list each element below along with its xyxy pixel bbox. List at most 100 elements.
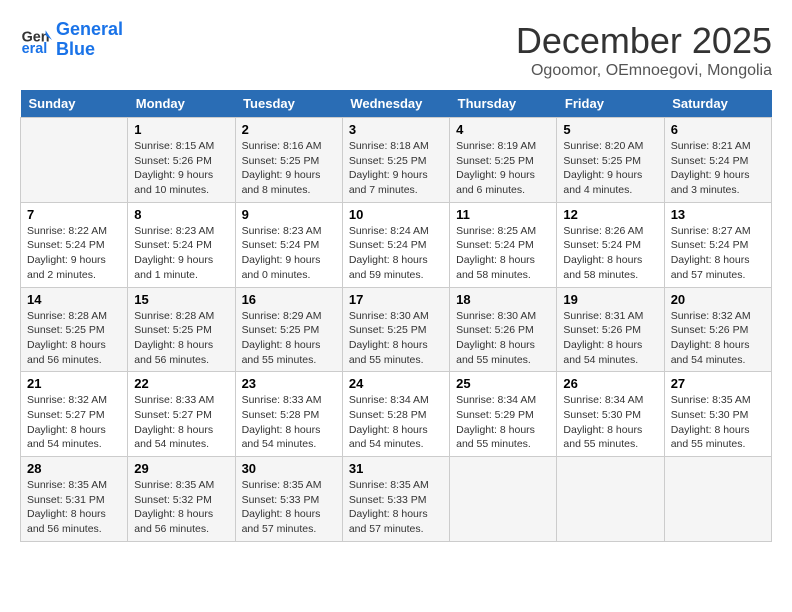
svg-text:eral: eral [22, 41, 48, 56]
logo-text-line1: General [56, 20, 123, 40]
calendar-cell [664, 457, 771, 542]
calendar-cell: 23 Sunrise: 8:33 AM Sunset: 5:28 PM Dayli… [235, 372, 342, 457]
calendar-header-row: SundayMondayTuesdayWednesdayThursdayFrid… [21, 90, 772, 118]
day-info: Sunrise: 8:31 AM Sunset: 5:26 PM Dayligh… [563, 309, 657, 368]
day-info: Sunrise: 8:35 AM Sunset: 5:33 PM Dayligh… [242, 478, 336, 537]
day-number: 14 [27, 292, 121, 307]
day-info: Sunrise: 8:21 AM Sunset: 5:24 PM Dayligh… [671, 139, 765, 198]
calendar-cell: 24 Sunrise: 8:34 AM Sunset: 5:28 PM Dayli… [342, 372, 449, 457]
week-row-5: 28 Sunrise: 8:35 AM Sunset: 5:31 PM Dayli… [21, 457, 772, 542]
logo: Gen eral General Blue [20, 20, 123, 60]
day-number: 24 [349, 376, 443, 391]
calendar-cell [21, 118, 128, 203]
calendar-cell: 12Sunrise: 8:26 AM Sunset: 5:24 PM Dayli… [557, 202, 664, 287]
header-thursday: Thursday [450, 90, 557, 118]
day-info: Sunrise: 8:32 AM Sunset: 5:26 PM Dayligh… [671, 309, 765, 368]
day-info: Sunrise: 8:33 AM Sunset: 5:27 PM Dayligh… [134, 393, 228, 452]
calendar-cell: 20 Sunrise: 8:32 AM Sunset: 5:26 PM Dayli… [664, 287, 771, 372]
calendar-cell: 8Sunrise: 8:23 AM Sunset: 5:24 PM Daylig… [128, 202, 235, 287]
day-number: 9 [242, 207, 336, 222]
calendar-cell: 5 Sunrise: 8:20 AM Sunset: 5:25 PM Daylig… [557, 118, 664, 203]
page-header: Gen eral General Blue December 2025 Ogoo… [20, 20, 772, 80]
day-number: 3 [349, 122, 443, 137]
day-info: Sunrise: 8:19 AM Sunset: 5:25 PM Dayligh… [456, 139, 550, 198]
day-info: Sunrise: 8:20 AM Sunset: 5:25 PM Dayligh… [563, 139, 657, 198]
day-number: 26 [563, 376, 657, 391]
day-info: Sunrise: 8:28 AM Sunset: 5:25 PM Dayligh… [27, 309, 121, 368]
header-friday: Friday [557, 90, 664, 118]
calendar-cell: 14 Sunrise: 8:28 AM Sunset: 5:25 PM Dayli… [21, 287, 128, 372]
week-row-2: 7Sunrise: 8:22 AM Sunset: 5:24 PM Daylig… [21, 202, 772, 287]
day-number: 29 [134, 461, 228, 476]
calendar-cell: 27Sunrise: 8:35 AM Sunset: 5:30 PM Dayli… [664, 372, 771, 457]
day-info: Sunrise: 8:29 AM Sunset: 5:25 PM Dayligh… [242, 309, 336, 368]
day-info: Sunrise: 8:27 AM Sunset: 5:24 PM Dayligh… [671, 224, 765, 283]
day-info: Sunrise: 8:15 AM Sunset: 5:26 PM Dayligh… [134, 139, 228, 198]
day-number: 20 [671, 292, 765, 307]
day-info: Sunrise: 8:33 AM Sunset: 5:28 PM Dayligh… [242, 393, 336, 452]
day-number: 25 [456, 376, 550, 391]
day-number: 4 [456, 122, 550, 137]
calendar-cell: 29 Sunrise: 8:35 AM Sunset: 5:32 PM Dayli… [128, 457, 235, 542]
calendar-cell: 7Sunrise: 8:22 AM Sunset: 5:24 PM Daylig… [21, 202, 128, 287]
day-info: Sunrise: 8:18 AM Sunset: 5:25 PM Dayligh… [349, 139, 443, 198]
calendar-cell: 4 Sunrise: 8:19 AM Sunset: 5:25 PM Daylig… [450, 118, 557, 203]
title-area: December 2025 Ogoomor, OEmnoegovi, Mongo… [516, 20, 772, 80]
day-number: 2 [242, 122, 336, 137]
day-number: 1 [134, 122, 228, 137]
calendar-cell: 30 Sunrise: 8:35 AM Sunset: 5:33 PM Dayli… [235, 457, 342, 542]
day-number: 17 [349, 292, 443, 307]
calendar-cell: 19 Sunrise: 8:31 AM Sunset: 5:26 PM Dayli… [557, 287, 664, 372]
calendar-cell: 15Sunrise: 8:28 AM Sunset: 5:25 PM Dayli… [128, 287, 235, 372]
calendar-cell: 11 Sunrise: 8:25 AM Sunset: 5:24 PM Dayli… [450, 202, 557, 287]
calendar-cell: 6Sunrise: 8:21 AM Sunset: 5:24 PM Daylig… [664, 118, 771, 203]
day-info: Sunrise: 8:25 AM Sunset: 5:24 PM Dayligh… [456, 224, 550, 283]
day-info: Sunrise: 8:24 AM Sunset: 5:24 PM Dayligh… [349, 224, 443, 283]
calendar-cell: 9 Sunrise: 8:23 AM Sunset: 5:24 PM Daylig… [235, 202, 342, 287]
calendar-cell: 26Sunrise: 8:34 AM Sunset: 5:30 PM Dayli… [557, 372, 664, 457]
calendar-cell: 1 Sunrise: 8:15 AM Sunset: 5:26 PM Daylig… [128, 118, 235, 203]
day-number: 30 [242, 461, 336, 476]
calendar-cell: 22 Sunrise: 8:33 AM Sunset: 5:27 PM Dayli… [128, 372, 235, 457]
header-sunday: Sunday [21, 90, 128, 118]
day-info: Sunrise: 8:23 AM Sunset: 5:24 PM Dayligh… [242, 224, 336, 283]
location-title: Ogoomor, OEmnoegovi, Mongolia [516, 62, 772, 80]
week-row-1: 1 Sunrise: 8:15 AM Sunset: 5:26 PM Daylig… [21, 118, 772, 203]
header-wednesday: Wednesday [342, 90, 449, 118]
header-monday: Monday [128, 90, 235, 118]
calendar-cell: 10 Sunrise: 8:24 AM Sunset: 5:24 PM Dayli… [342, 202, 449, 287]
day-number: 22 [134, 376, 228, 391]
day-info: Sunrise: 8:16 AM Sunset: 5:25 PM Dayligh… [242, 139, 336, 198]
day-info: Sunrise: 8:23 AM Sunset: 5:24 PM Dayligh… [134, 224, 228, 283]
day-number: 18 [456, 292, 550, 307]
day-number: 21 [27, 376, 121, 391]
calendar-table: SundayMondayTuesdayWednesdayThursdayFrid… [20, 90, 772, 542]
calendar-cell [557, 457, 664, 542]
calendar-cell: 18 Sunrise: 8:30 AM Sunset: 5:26 PM Dayli… [450, 287, 557, 372]
day-info: Sunrise: 8:35 AM Sunset: 5:32 PM Dayligh… [134, 478, 228, 537]
day-info: Sunrise: 8:30 AM Sunset: 5:25 PM Dayligh… [349, 309, 443, 368]
day-number: 28 [27, 461, 121, 476]
calendar-cell: 28 Sunrise: 8:35 AM Sunset: 5:31 PM Dayli… [21, 457, 128, 542]
day-info: Sunrise: 8:35 AM Sunset: 5:31 PM Dayligh… [27, 478, 121, 537]
calendar-cell: 17 Sunrise: 8:30 AM Sunset: 5:25 PM Dayli… [342, 287, 449, 372]
day-number: 11 [456, 207, 550, 222]
day-number: 5 [563, 122, 657, 137]
day-info: Sunrise: 8:35 AM Sunset: 5:33 PM Dayligh… [349, 478, 443, 537]
day-info: Sunrise: 8:28 AM Sunset: 5:25 PM Dayligh… [134, 309, 228, 368]
day-number: 10 [349, 207, 443, 222]
calendar-cell: 31 Sunrise: 8:35 AM Sunset: 5:33 PM Dayli… [342, 457, 449, 542]
day-info: Sunrise: 8:34 AM Sunset: 5:29 PM Dayligh… [456, 393, 550, 452]
day-number: 7 [27, 207, 121, 222]
header-tuesday: Tuesday [235, 90, 342, 118]
day-number: 19 [563, 292, 657, 307]
day-number: 23 [242, 376, 336, 391]
day-info: Sunrise: 8:34 AM Sunset: 5:28 PM Dayligh… [349, 393, 443, 452]
calendar-cell: 25 Sunrise: 8:34 AM Sunset: 5:29 PM Dayli… [450, 372, 557, 457]
day-number: 31 [349, 461, 443, 476]
day-number: 27 [671, 376, 765, 391]
day-info: Sunrise: 8:26 AM Sunset: 5:24 PM Dayligh… [563, 224, 657, 283]
logo-icon: Gen eral [20, 24, 52, 56]
calendar-cell: 2 Sunrise: 8:16 AM Sunset: 5:25 PM Daylig… [235, 118, 342, 203]
day-info: Sunrise: 8:30 AM Sunset: 5:26 PM Dayligh… [456, 309, 550, 368]
